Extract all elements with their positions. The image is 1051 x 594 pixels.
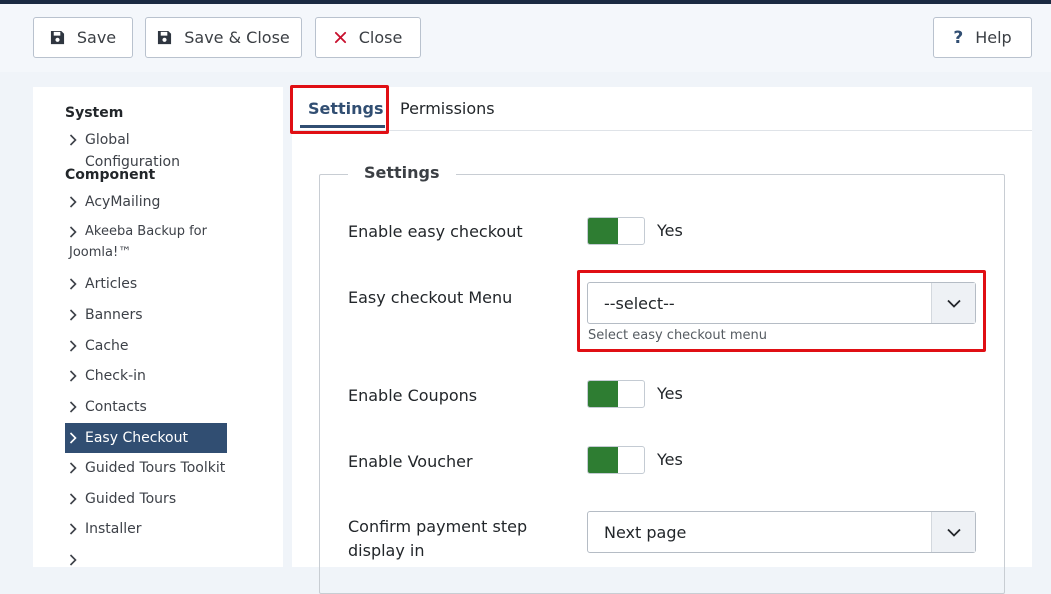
help-label: Help — [975, 28, 1012, 47]
sidebar-item-contacts[interactable]: Contacts — [65, 396, 227, 418]
question-icon: ? — [953, 27, 964, 48]
save-close-button[interactable]: Save & Close — [145, 17, 302, 58]
floppy-disk-icon — [157, 30, 172, 45]
chevron-right-icon — [65, 488, 85, 510]
chevron-down-icon — [931, 512, 975, 552]
sidebar-heading-component: Component — [65, 167, 156, 183]
enable-voucher-value: Yes — [657, 450, 683, 469]
sidebar-item-label: Easy Checkout — [85, 430, 188, 446]
sidebar-heading-system: System — [65, 105, 124, 121]
sidebar-item-label: AcyMailing — [85, 194, 161, 210]
sidebar-item-check-in[interactable]: Check-in — [65, 365, 227, 387]
enable-coupons-toggle[interactable] — [587, 380, 645, 408]
sidebar-item-label: Check-in — [85, 368, 146, 384]
chevron-right-icon — [65, 191, 85, 213]
sidebar-item-label: Banners — [85, 307, 143, 323]
easy-checkout-menu-label: Easy checkout Menu — [348, 288, 513, 307]
enable-voucher-toggle[interactable] — [587, 446, 645, 474]
x-icon — [334, 31, 347, 44]
close-button[interactable]: Close — [315, 17, 421, 58]
sidebar-item-label: Installer — [85, 521, 142, 537]
sidebar-item-label: Cache — [85, 338, 129, 354]
tab-permissions[interactable]: Permissions — [400, 99, 495, 118]
chevron-right-icon — [65, 423, 85, 453]
chevron-right-icon — [65, 129, 85, 151]
chevron-right-icon — [65, 396, 85, 418]
enable-coupons-value: Yes — [657, 384, 683, 403]
floppy-disk-icon — [50, 30, 65, 45]
sidebar-item-guided-tours-toolkit[interactable]: Guided Tours Toolkit — [65, 457, 227, 479]
save-label: Save — [76, 28, 117, 47]
chevron-right-icon — [65, 304, 85, 326]
chevron-right-icon — [69, 551, 77, 570]
toolbar: Save Save & Close Close ? Help — [0, 4, 1051, 72]
sidebar-item-label: Guided Tours — [85, 491, 177, 507]
sidebar-item-cache[interactable]: Cache — [65, 335, 227, 357]
tab-highlight-box — [290, 85, 389, 134]
sidebar-item-akeeba-backup[interactable]: Akeeba Backup for Joomla!™ — [65, 221, 227, 265]
sidebar-item-installer[interactable]: Installer — [65, 518, 227, 540]
sidebar-item-articles[interactable]: Articles — [65, 273, 227, 295]
chevron-right-icon — [65, 221, 85, 243]
enable-easy-checkout-toggle[interactable] — [587, 217, 645, 245]
sidebar-item-label: Akeeba Backup for — [85, 224, 207, 239]
save-button[interactable]: Save — [33, 17, 133, 58]
enable-voucher-label: Enable Voucher — [348, 452, 473, 471]
toggle-on-indicator — [588, 218, 618, 244]
enable-easy-checkout-label: Enable easy checkout — [348, 222, 523, 241]
menu-highlight-box — [577, 270, 986, 352]
chevron-right-icon — [65, 365, 85, 387]
sidebar-item-label: Guided Tours Toolkit — [85, 460, 226, 476]
close-label: Close — [358, 28, 403, 47]
enable-easy-checkout-value: Yes — [657, 221, 683, 240]
sidebar-item-label: Articles — [85, 276, 138, 292]
tab-bar: Settings Permissions — [292, 87, 1032, 131]
chevron-right-icon — [65, 518, 85, 540]
chevron-right-icon — [65, 335, 85, 357]
fieldset-legend: Settings — [348, 163, 456, 182]
sidebar-item-guided-tours[interactable]: Guided Tours — [65, 488, 227, 510]
select-value: Next page — [604, 522, 687, 542]
toggle-on-indicator — [588, 447, 618, 473]
save-close-label: Save & Close — [184, 28, 290, 47]
sidebar-item-banners[interactable]: Banners — [65, 304, 227, 326]
options-panel: Settings Permissions Settings Enable eas… — [290, 85, 1032, 594]
confirm-payment-step-select[interactable]: Next page — [587, 511, 976, 553]
sidebar-item-label: Contacts — [85, 399, 147, 415]
chevron-right-icon — [65, 273, 85, 295]
sidebar: System Global Configuration Component Ac… — [33, 87, 283, 567]
enable-coupons-label: Enable Coupons — [348, 386, 478, 405]
sidebar-item-label-line2: Joomla!™ — [69, 245, 132, 260]
chevron-right-icon — [65, 457, 85, 479]
sidebar-item-easy-checkout[interactable]: Easy Checkout — [65, 423, 227, 453]
help-button[interactable]: ? Help — [933, 17, 1032, 58]
sidebar-item-acymailing[interactable]: AcyMailing — [65, 191, 227, 213]
toggle-on-indicator — [588, 381, 618, 407]
